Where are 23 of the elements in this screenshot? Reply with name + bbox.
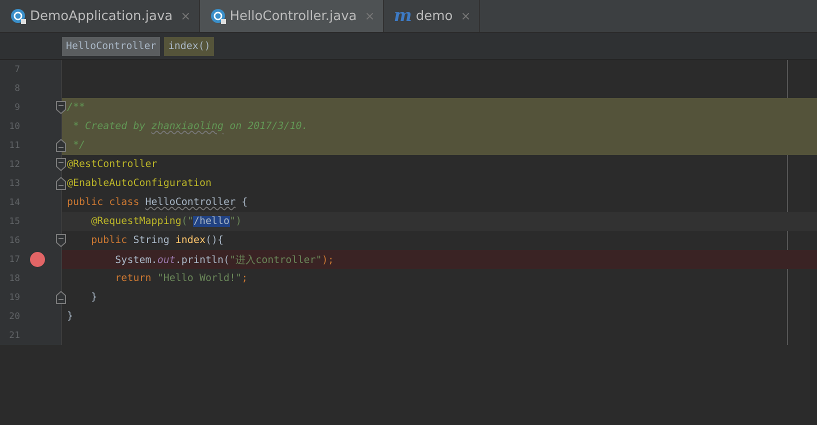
- code-line: @RestController: [67, 159, 158, 170]
- code-line: return "Hello World!";: [114, 273, 248, 284]
- breadcrumb[interactable]: HelloController: [62, 36, 160, 56]
- class-icon: [210, 8, 226, 24]
- code-line: * Created by zhanxiaoling on 2017/3/10.: [72, 121, 308, 132]
- code-line: @RequestMapping("/hello"): [90, 216, 242, 227]
- code-line: @EnableAutoConfiguration: [67, 178, 212, 189]
- editor-tab[interactable]: m demo ×: [384, 0, 480, 32]
- code-line: public class HelloController {: [67, 197, 248, 208]
- editor-tab[interactable]: HelloController.java ×: [200, 0, 384, 32]
- class-icon: [10, 8, 26, 24]
- code-line: /**: [67, 102, 86, 113]
- close-icon[interactable]: ×: [460, 9, 471, 23]
- code-line: System.out.println("进入controller");: [114, 254, 334, 266]
- breakpoint-icon[interactable]: [30, 252, 45, 267]
- close-icon[interactable]: ×: [180, 9, 191, 23]
- breadcrumb[interactable]: index(): [164, 36, 214, 56]
- code-line: }: [67, 311, 74, 322]
- code-line: }: [90, 292, 98, 303]
- code-line: public String index(){: [90, 235, 224, 246]
- maven-icon: m: [394, 6, 412, 26]
- editor-tab[interactable]: DemoApplication.java ×: [0, 0, 200, 32]
- code-line: */: [72, 140, 86, 151]
